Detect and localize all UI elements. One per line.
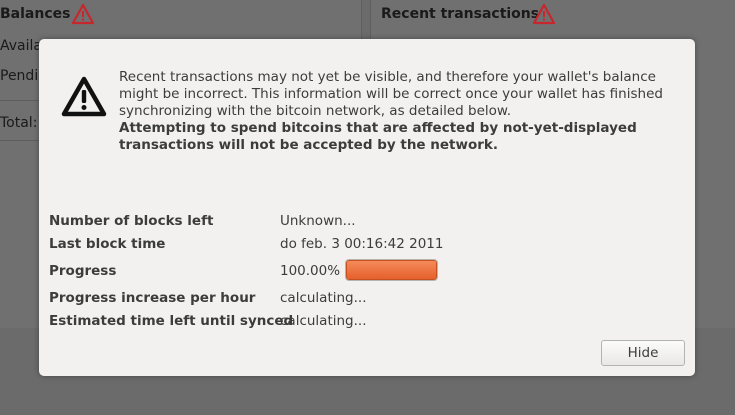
last-block-time-label: Last block time — [49, 236, 166, 252]
dialog-message: Recent transactions may not yet be visib… — [119, 69, 689, 154]
last-block-time-value: do feb. 3 00:16:42 2011 — [280, 236, 444, 252]
recent-transactions-title: Recent transactions — [381, 6, 540, 22]
blocks-left-label: Number of blocks left — [49, 213, 214, 229]
blocks-left-value: Unknown... — [280, 213, 356, 229]
time-left-label: Estimated time left until synced — [49, 313, 294, 329]
available-label: Availa — [0, 38, 42, 54]
balances-title: Balances — [0, 6, 71, 22]
message-warning-text: Attempting to spend bitcoins that are af… — [119, 120, 637, 153]
message-text: Recent transactions may not yet be visib… — [119, 69, 663, 119]
progress-increase-label: Progress increase per hour — [49, 290, 256, 306]
hide-button[interactable]: Hide — [601, 340, 685, 366]
sync-warning-dialog: Recent transactions may not yet be visib… — [39, 39, 695, 376]
warning-icon[interactable] — [532, 3, 556, 25]
warning-icon[interactable] — [71, 3, 95, 25]
progress-bar — [345, 259, 438, 281]
total-label: Total: — [0, 115, 38, 131]
warning-triangle-icon — [61, 76, 107, 117]
time-left-value: calculating... — [280, 313, 367, 329]
progress-label: Progress — [49, 263, 117, 279]
progress-value: 100.00% — [280, 263, 341, 279]
progress-increase-value: calculating... — [280, 290, 367, 306]
progress-bar-fill — [346, 260, 437, 280]
